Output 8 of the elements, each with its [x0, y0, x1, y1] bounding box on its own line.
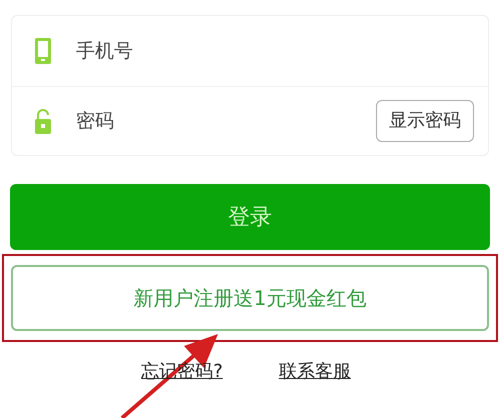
- show-password-button[interactable]: 显示密码: [376, 100, 474, 142]
- register-button[interactable]: 新用户注册送1元现金红包: [11, 265, 489, 331]
- phone-icon: [34, 36, 52, 65]
- contact-support-link[interactable]: 联系客服: [278, 358, 351, 385]
- forgot-password-link[interactable]: 忘记密码?: [141, 358, 223, 385]
- phone-field[interactable]: 手机号: [76, 36, 474, 65]
- lock-icon: [34, 106, 52, 135]
- password-field[interactable]: 密码: [76, 106, 352, 135]
